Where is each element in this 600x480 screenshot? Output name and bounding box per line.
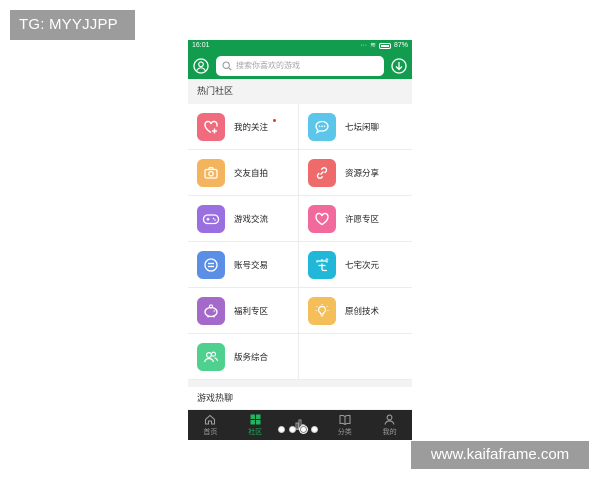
tab-mine[interactable]: 我的 [367,410,412,440]
user-circle-icon[interactable] [192,57,210,75]
community-item-otaku[interactable]: 七宅次元 [299,242,412,288]
page-dot[interactable] [289,426,296,433]
battery-icon [378,43,391,49]
watermark-top: TG: MYYJJPP [10,10,135,40]
page-dot[interactable] [311,426,318,433]
section-gap [188,380,412,387]
community-item-label: 游戏交流 [234,213,269,224]
community-item-share[interactable]: 资源分享 [299,150,412,196]
community-item-follow[interactable]: 我的关注 [188,104,299,150]
status-time: 16:01 [192,42,210,49]
community-item-chat[interactable]: 七坛闲聊 [299,104,412,150]
community-item-label: 福利专区 [234,305,269,316]
community-item-label: 交友自拍 [234,167,269,178]
watermark-bottom: www.kaifaframe.com [411,441,589,469]
battery-text: 87% [393,42,408,49]
status-bar: 16:01 ··· ≋ 87% [188,40,412,52]
heart-icon [308,204,336,233]
new-indicator-dot [273,119,276,122]
wifi-icon: ≋ [370,42,376,49]
community-grid: 我的关注 七坛闲聊 交友自拍 资源分享 游戏交流 许愿专区 账号交易 七宅次元 … [188,104,412,380]
heart-plus-icon [197,112,225,141]
users-icon [197,342,225,371]
section-title-game-chat: 游戏热聊 [188,387,412,409]
signal-icon: ··· [360,42,368,49]
tab-label: 首页 [203,428,218,436]
bottom-tab-bar: 首页 社区 分类 我的 [188,410,412,440]
community-item-label: 我的关注 [234,121,269,132]
community-item-tech[interactable]: 原创技术 [299,288,412,334]
piggy-bank-icon [197,296,225,325]
tab-home[interactable]: 首页 [188,410,233,440]
community-item-label: 资源分享 [345,167,380,178]
page-indicator [278,426,318,433]
download-icon[interactable] [390,57,408,75]
home-icon [205,414,216,425]
community-item-label: 原创技术 [345,305,380,316]
community-item-label: 账号交易 [234,259,269,270]
community-item-wish[interactable]: 许愿专区 [299,196,412,242]
link-icon [308,158,336,187]
gamepad-icon [197,204,225,233]
tab-category[interactable]: 分类 [322,410,367,440]
community-item-label: 七坛闲聊 [345,121,380,132]
equals-circle-icon [197,250,225,279]
tab-label: 分类 [337,428,352,436]
community-item-selfie[interactable]: 交友自拍 [188,150,299,196]
community-item-label: 七宅次元 [345,259,380,270]
tab-community[interactable]: 社区 [233,410,278,440]
community-item-label: 许愿专区 [345,213,380,224]
person-icon [384,414,395,425]
search-input[interactable]: 搜索你喜欢的游戏 [216,55,384,76]
lightbulb-icon [308,296,336,325]
camera-icon [197,158,225,187]
chat-bubble-icon [308,112,336,141]
community-item-label: 版务综合 [234,351,269,362]
grid-icon [250,414,261,424]
community-item-empty [299,334,412,380]
status-indicators: ··· ≋ 87% [360,40,408,52]
search-icon [222,60,232,71]
page-dot-active[interactable] [300,426,307,433]
tab-rank[interactable] [278,410,323,440]
book-icon [339,414,351,425]
section-title-hot-community: 热门社区 [188,79,412,104]
tab-label: 社区 [248,428,263,436]
community-item-welfare[interactable]: 福利专区 [188,288,299,334]
community-item-account[interactable]: 账号交易 [188,242,299,288]
page-dot[interactable] [278,426,285,433]
community-item-admin[interactable]: 版务综合 [188,334,299,380]
zhai-glyph-icon [308,250,336,279]
community-item-game[interactable]: 游戏交流 [188,196,299,242]
app-header: 搜索你喜欢的游戏 [188,52,412,79]
phone-screen: 16:01 ··· ≋ 87% 搜索你喜欢的游戏 热门社区 我的关注 七坛闲聊 … [188,40,412,440]
search-placeholder: 搜索你喜欢的游戏 [236,61,300,70]
tab-label: 我的 [382,428,397,436]
